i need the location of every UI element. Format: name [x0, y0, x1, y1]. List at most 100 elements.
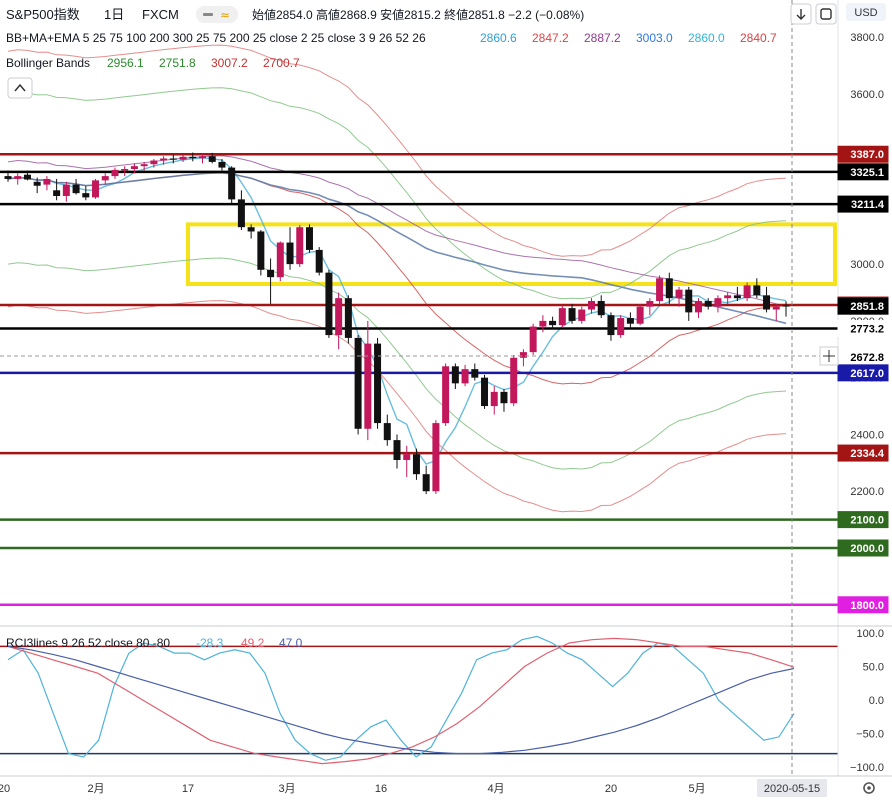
candle-body — [111, 169, 119, 177]
candle-body — [782, 305, 790, 307]
candle-body — [101, 176, 109, 181]
candle-body — [403, 454, 411, 460]
price-tick-label: 3600.0 — [850, 89, 884, 101]
candle-body — [33, 181, 41, 186]
currency-badge[interactable]: USD — [846, 3, 886, 21]
ohlc-values: 始値2854.0 高値2868.9 安値2815.2 終値2851.8 −2.2… — [252, 7, 584, 22]
refresh-icon[interactable] — [815, 3, 837, 25]
candle-body — [578, 309, 586, 321]
symbol-name[interactable]: S&P500指数 — [6, 7, 80, 22]
time-tick-label: 17 — [182, 783, 194, 795]
legend-value: 2956.1 — [107, 56, 144, 70]
candle-body — [237, 199, 245, 228]
candle-body — [490, 391, 498, 407]
candle-body — [14, 176, 22, 179]
indicator1-label[interactable]: BB+MA+EMA 5 25 75 100 200 300 25 75 200 … — [6, 31, 426, 45]
candle-body — [296, 227, 304, 265]
candle-body — [393, 440, 401, 460]
candle-body — [72, 184, 80, 194]
candle-body — [442, 366, 450, 424]
date-label: 2020-05-15 — [764, 783, 820, 795]
crosshair-plus-button[interactable] — [819, 346, 839, 366]
interval-label[interactable]: 1日 — [104, 7, 124, 22]
candle-body — [150, 160, 158, 165]
indicator2-label[interactable]: Bollinger Bands — [6, 56, 90, 70]
candle-body — [43, 178, 51, 185]
candle-body — [199, 156, 206, 159]
legend-value: 2840.7 — [740, 31, 777, 45]
price-tag-label: 1800.0 — [850, 600, 884, 612]
candle-body — [412, 454, 420, 475]
svg-text:USD: USD — [854, 7, 877, 19]
candle-body — [286, 242, 294, 265]
rci-label[interactable]: RCI3lines 9 26 52 close 80 -80 — [6, 636, 170, 650]
candle-body — [656, 278, 664, 302]
candle-body — [305, 227, 313, 250]
candle-body — [82, 193, 90, 198]
candle-body — [753, 285, 761, 296]
time-tick-label: 3月 — [278, 783, 295, 795]
candle-body — [646, 301, 654, 307]
time-tick-label: 5月 — [688, 783, 705, 795]
legend-value: 2751.8 — [159, 56, 196, 70]
candle-body — [597, 301, 605, 316]
legend-value: 2860.0 — [688, 31, 725, 45]
price-tick-label: 3000.0 — [850, 259, 884, 271]
legend-value: 47.0 — [279, 636, 303, 650]
price-tag-label: 3387.0 — [850, 149, 884, 161]
candle-body — [772, 306, 780, 310]
candle-body — [247, 227, 255, 232]
legend-value: 2860.6 — [480, 31, 517, 45]
candle-body — [461, 369, 469, 384]
candle-body — [160, 158, 168, 161]
candle-body — [53, 190, 61, 196]
indicator-toggle-icon[interactable]: ≈ — [196, 6, 238, 23]
scroll-down-button[interactable] — [790, 3, 812, 25]
time-tick-label: 4月 — [487, 783, 504, 795]
chart[interactable]: 2000.02200.02400.02600.02800.03000.03200… — [0, 0, 892, 802]
candle-body — [665, 278, 673, 299]
candle-body — [685, 289, 693, 313]
rci-values: -28.3 49.2 47.0 — [196, 636, 303, 650]
rci-tick-label: 50.0 — [863, 662, 884, 674]
candle-body — [694, 301, 702, 313]
candle-body — [276, 242, 284, 278]
price-tag-label: 3211.4 — [851, 199, 885, 211]
candle-body — [228, 167, 236, 200]
price-tick-label: 2400.0 — [850, 429, 884, 441]
candle-body — [257, 231, 265, 270]
candle-body — [481, 377, 489, 407]
candle-body — [267, 269, 275, 278]
time-tick-label: 20 — [0, 783, 10, 795]
rci-tick-label: 0.0 — [869, 695, 884, 707]
candle-body — [140, 164, 148, 167]
candle-body — [4, 176, 12, 179]
candle-body — [169, 158, 177, 160]
candle-body — [422, 474, 430, 492]
rci-tick-label: −50.0 — [856, 729, 884, 741]
candle-body — [471, 369, 479, 378]
candle-body — [733, 295, 741, 299]
candle-body — [354, 337, 362, 429]
collapse-legend-button[interactable] — [7, 77, 33, 99]
price-tick-label: 2200.0 — [850, 486, 884, 498]
legend-value: 2700.7 — [263, 56, 300, 70]
legend-value: 2847.2 — [532, 31, 569, 45]
source-label: FXCM — [142, 7, 179, 22]
candle-body — [23, 174, 31, 180]
legend-value: 3007.2 — [211, 56, 248, 70]
rci-tick-label: −100.0 — [850, 762, 884, 774]
candle-body — [558, 308, 566, 326]
svg-text:≈: ≈ — [220, 8, 230, 22]
candle-body — [451, 366, 459, 384]
price-tag-label: 2672.8 — [850, 352, 884, 364]
legend-value: -28.3 — [196, 636, 224, 650]
candle-body — [208, 156, 216, 162]
candle-body — [617, 318, 625, 336]
price-tick-label: 3800.0 — [850, 32, 884, 44]
candle-body — [714, 298, 722, 307]
rci-tick-label: 100.0 — [856, 628, 884, 640]
candle-body — [539, 320, 547, 327]
candle-body — [130, 166, 138, 170]
candle-body — [626, 318, 634, 324]
